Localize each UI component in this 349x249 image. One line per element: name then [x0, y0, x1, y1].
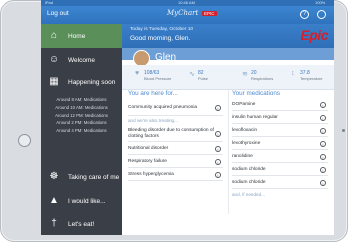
sidebar-item-label: Welcome [68, 56, 95, 64]
info-icon[interactable]: i [320, 128, 326, 134]
patient-band [122, 48, 334, 60]
greeting-text: Good morning, Glen. [130, 35, 191, 42]
list-item[interactable]: Bleeding disorder due to consumption of … [128, 127, 223, 142]
list-item[interactable]: ranolidine i [232, 152, 328, 163]
vital-pulse: ∿ 82 Pulse [189, 70, 209, 81]
info-icon[interactable]: i [320, 141, 326, 147]
calendar-icon: ▦ [49, 76, 59, 87]
logout-button[interactable]: Log out [47, 10, 69, 17]
app-header: Log out MyChart EPIC ? [41, 6, 334, 24]
home-button[interactable] [18, 134, 31, 147]
sidebar-item-i-would-like[interactable]: ▲ I would like... [41, 189, 122, 213]
list-item[interactable]: DOPamine i [232, 100, 328, 111]
thermometer-icon: ↕ [291, 70, 295, 77]
list-item[interactable]: Community acquired pneumonia i [128, 101, 223, 116]
list-item[interactable]: sodium chloride i [232, 165, 328, 176]
sidebar-item-happening-soon[interactable]: ▦ Happening soon [41, 70, 122, 94]
info-icon[interactable]: i [320, 180, 326, 186]
mychart-logo: MyChart [167, 9, 199, 17]
vitals-bar: ♥ 108/63 Blood Pressure ∿ 82 Pulse ≋ 20 … [122, 65, 334, 90]
reasons-title: You are here for... [128, 90, 178, 97]
utensils-icon: † [51, 218, 57, 229]
app-title: MyChart EPIC [167, 9, 217, 17]
date-text: Today is Tuesday, October 10 [130, 27, 194, 32]
sidebar-item-label: Taking care of me [68, 173, 120, 181]
camera-dot [342, 129, 345, 132]
info-icon[interactable]: i [215, 105, 221, 111]
heart-icon: ♥ [135, 70, 140, 77]
sidebar-item-welcome[interactable]: ☺ Welcome [41, 48, 122, 72]
sidebar-item-label: Let's eat! [68, 220, 95, 228]
greeting-banner: Today is Tuesday, October 10 Good mornin… [122, 24, 334, 48]
schedule-item[interactable]: Around 8 AM: Medications [41, 96, 122, 104]
pulse-icon: ∿ [189, 71, 195, 78]
info-icon[interactable]: i [215, 146, 221, 152]
info-icon[interactable]: i [215, 131, 221, 137]
list-item[interactable]: Stress hyperglycemia i [128, 170, 223, 181]
lungs-icon: ≋ [242, 71, 248, 78]
epic-badge: EPIC [202, 10, 217, 16]
info-icon[interactable]: i [215, 159, 221, 165]
schedule-item[interactable]: Around 4 PM: Medications [41, 127, 122, 135]
patient-name: Glen [155, 52, 177, 63]
welcome-icon: ☺ [48, 54, 60, 65]
sidebar-item-label: Happening soon [68, 78, 116, 86]
app-screen: iPad 10:46 AM 100% Log out MyChart EPIC … [41, 0, 334, 235]
bell-icon: ▲ [49, 195, 59, 206]
schedule-item[interactable]: Around 2 PM: Medications [41, 119, 122, 127]
info-icon[interactable]: i [320, 154, 326, 160]
vital-temperature: ↕ 37.8 Temperature [291, 70, 323, 81]
main-panel: Today is Tuesday, October 10 Good mornin… [122, 24, 334, 235]
medication-schedule: Around 8 AM: Medications Around 10 AM: M… [41, 96, 122, 135]
sidebar-item-lets-eat[interactable]: † Let's eat! [41, 212, 122, 235]
info-icon[interactable]: i [320, 102, 326, 108]
help-icon[interactable]: ? [300, 10, 309, 19]
info-icon[interactable]: i [320, 167, 326, 173]
info-icon[interactable]: i [320, 115, 326, 121]
epic-logo: Epic [300, 27, 328, 43]
list-item[interactable]: insulin human regular i [232, 113, 328, 124]
schedule-item[interactable]: Around 12 PM: Medications [41, 112, 122, 120]
home-icon: ⌂ [50, 30, 58, 41]
info-icon[interactable]: i [215, 172, 221, 178]
if-needed-link[interactable]: and, if needed... [232, 192, 265, 197]
sidebar-item-label: Home [68, 32, 86, 40]
list-item[interactable]: Respiratory failure i [128, 157, 223, 168]
sidebar-item-home[interactable]: ⌂ Home [41, 24, 122, 48]
sidebar: ⌂ Home ☺ Welcome ▦ Happening soon Around… [41, 24, 122, 235]
list-item[interactable]: Nutritional disorder i [128, 144, 223, 155]
sidebar-item-label: I would like... [68, 197, 106, 205]
medications-title: Your medications [232, 90, 281, 97]
column-divider [228, 90, 229, 214]
list-item[interactable]: levothyroxine i [232, 139, 328, 150]
refresh-icon[interactable] [317, 10, 326, 19]
list-item[interactable]: sodium chloride i [232, 178, 328, 189]
schedule-item[interactable]: Around 10 AM: Medications [41, 104, 122, 112]
vital-respirations: ≋ 20 Respirations [242, 70, 274, 81]
care-icon: ☸ [49, 171, 59, 182]
also-treating-label: and we're also treating... [128, 118, 178, 123]
sidebar-item-taking-care[interactable]: ☸ Taking care of me [41, 165, 122, 189]
list-item[interactable]: levofloxacin i [232, 126, 328, 137]
vital-blood-pressure: ♥ 108/63 Blood Pressure [135, 70, 172, 81]
